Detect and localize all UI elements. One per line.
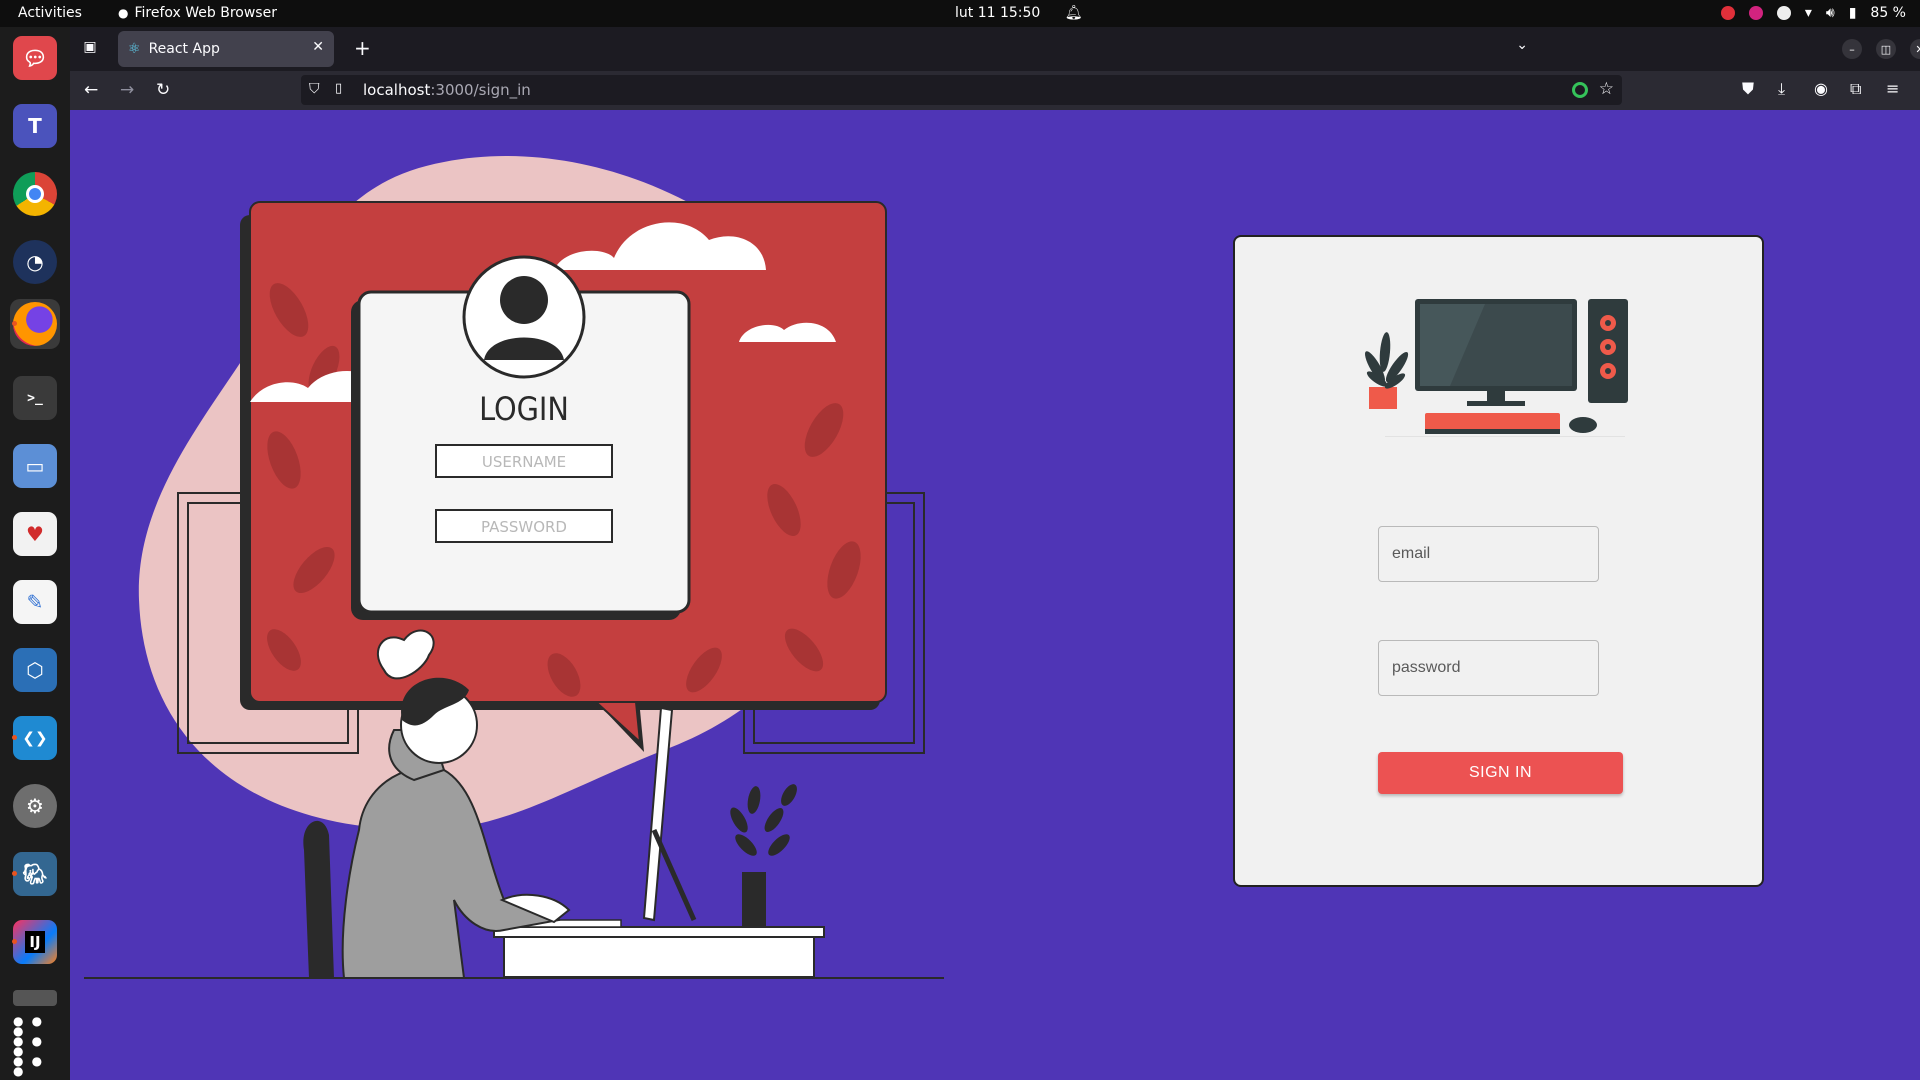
- dock-item-terminal[interactable]: >_: [10, 373, 60, 423]
- wifi-icon[interactable]: ▾: [1805, 5, 1812, 21]
- skype-icon[interactable]: [1776, 6, 1791, 20]
- clock[interactable]: lut 11 15:50 🔔︎: [955, 5, 1083, 21]
- rocketchat-icon: 💬︎: [13, 36, 57, 80]
- forward-button[interactable]: →: [120, 80, 134, 100]
- intellij-icon: IJ: [13, 920, 57, 964]
- settings-icon: ⚙: [13, 784, 57, 828]
- pocket-icon[interactable]: ⛊: [1742, 79, 1754, 99]
- running-indicator: [12, 735, 17, 740]
- teams-icon: T: [13, 104, 57, 148]
- terminal-icon: >_: [13, 376, 57, 420]
- dock-item-chrome[interactable]: [10, 169, 60, 219]
- minimize-button[interactable]: –: [1842, 39, 1862, 59]
- grid-icon: ● ● ● ● ● ● ● ● ●: [13, 1014, 45, 1078]
- close-tab-icon[interactable]: ✕: [312, 39, 324, 55]
- bell-icon: 🔔︎: [1064, 5, 1083, 21]
- files-icon: ▭: [13, 444, 57, 488]
- reload-button[interactable]: ↻: [156, 80, 170, 100]
- running-indicator: [12, 321, 17, 326]
- dock: 💬︎ T ◔ >_ ▭ ♥ ✎ ⬡ ❮❯ ⚙ 🐘︎ IJ ● ● ● ● ● ●…: [0, 27, 70, 1080]
- page-info-icon[interactable]: ▯: [335, 81, 342, 96]
- text-editor-icon: ✎: [13, 580, 57, 624]
- firefox-icon: [13, 302, 57, 346]
- dock-item-mattermost[interactable]: ◔: [10, 237, 60, 287]
- solitaire-icon: ♥: [13, 512, 57, 556]
- dock-item-drive[interactable]: [10, 985, 60, 1011]
- new-tab-button[interactable]: +: [354, 36, 371, 60]
- illustration-password-label: PASSWORD: [481, 518, 567, 536]
- bookmark-star-icon[interactable]: ☆: [1599, 79, 1614, 99]
- react-icon: ⚛: [128, 41, 141, 57]
- tab-bar: ▣ ⚛ React App ✕ + ⌄ – ◫ ✕: [70, 27, 1920, 71]
- url-path: :3000/sign_in: [430, 81, 531, 99]
- dock-item-text-editor[interactable]: ✎: [10, 577, 60, 627]
- downloads-icon[interactable]: ⤓: [1778, 79, 1785, 99]
- running-indicator: [12, 871, 17, 876]
- drive-icon: [13, 990, 57, 1006]
- dock-item-teams[interactable]: T: [10, 101, 60, 151]
- dock-item-vscode[interactable]: ❮❯: [10, 713, 60, 763]
- vscode-icon: ❮❯: [13, 716, 57, 760]
- extension-status-icon[interactable]: [1572, 82, 1588, 98]
- chrome-icon: [13, 172, 57, 216]
- tab-overview-icon[interactable]: ▣: [80, 39, 100, 59]
- navigation-bar: ← → ↻ ⛉ ▯ localhost:3000/sign_in ☆ ⛊ ⤓ ◉…: [70, 71, 1920, 110]
- back-button[interactable]: ←: [84, 80, 98, 100]
- sign-in-card: SIGN IN: [1233, 235, 1764, 887]
- web-page: LOGIN USERNAME PASSWORD email SIGN IN: [70, 110, 1920, 1080]
- volume-icon[interactable]: 🔊︎: [1826, 5, 1835, 21]
- dock-item-firefox[interactable]: [10, 299, 60, 349]
- browser-window: ▣ ⚛ React App ✕ + ⌄ – ◫ ✕ ← → ↻ ⛉ ▯ loca…: [70, 27, 1920, 1080]
- system-top-bar: Activities ● Firefox Web Browser lut 11 …: [0, 0, 1920, 27]
- desk-computer-illustration: [1365, 299, 1628, 437]
- mattermost-icon: ◔: [13, 240, 57, 284]
- password-input[interactable]: [1378, 640, 1599, 696]
- show-applications-button[interactable]: ● ● ● ● ● ● ● ● ●: [10, 1014, 60, 1078]
- system-tray[interactable]: ▾ 🔊︎ ▮ 85 %: [1720, 5, 1906, 21]
- restore-button[interactable]: ◫: [1876, 39, 1896, 59]
- app-menu-label: Firefox Web Browser: [134, 5, 277, 21]
- extensions-icon[interactable]: ⧉: [1850, 79, 1861, 99]
- battery-icon[interactable]: ▮: [1849, 5, 1857, 21]
- dock-item-settings[interactable]: ⚙: [10, 781, 60, 831]
- login-illustration: LOGIN USERNAME PASSWORD: [84, 156, 944, 979]
- close-window-button[interactable]: ✕: [1910, 39, 1920, 59]
- sign-in-button[interactable]: SIGN IN: [1378, 752, 1623, 794]
- url-bar[interactable]: ⛉ ▯ localhost:3000/sign_in ☆: [301, 75, 1622, 105]
- activities-button[interactable]: Activities: [18, 5, 82, 21]
- email-input[interactable]: [1378, 526, 1599, 582]
- colorful-app-icon[interactable]: [1748, 6, 1763, 20]
- illustration-login-title: LOGIN: [479, 390, 569, 428]
- do-not-disturb-icon[interactable]: [1720, 6, 1735, 20]
- illustration-username-label: USERNAME: [482, 453, 566, 471]
- url-text[interactable]: localhost:3000/sign_in: [363, 81, 531, 99]
- clock-label: lut 11 15:50: [955, 5, 1041, 21]
- tracking-shield-icon[interactable]: ⛉: [309, 81, 320, 97]
- running-indicator: [12, 939, 17, 944]
- postgresql-icon: 🐘︎: [13, 852, 57, 896]
- dock-item-rocketchat[interactable]: 💬︎: [10, 33, 60, 83]
- url-host: localhost: [363, 81, 431, 99]
- tab-title: React App: [148, 41, 220, 57]
- dock-item-postgresql[interactable]: 🐘︎: [10, 849, 60, 899]
- account-icon[interactable]: ◉: [1814, 79, 1828, 98]
- virtualbox-icon: ⬡: [13, 648, 57, 692]
- dock-item-solitaire[interactable]: ♥: [10, 509, 60, 559]
- menu-icon[interactable]: ≡: [1886, 79, 1899, 98]
- app-menu[interactable]: ● Firefox Web Browser: [118, 5, 277, 21]
- dock-item-files[interactable]: ▭: [10, 441, 60, 491]
- list-all-tabs-icon[interactable]: ⌄: [1516, 37, 1528, 53]
- dock-item-intellij[interactable]: IJ: [10, 917, 60, 967]
- tab-react-app[interactable]: ⚛ React App ✕: [118, 31, 334, 67]
- firefox-icon: ●: [118, 6, 129, 20]
- dock-item-virtualbox[interactable]: ⬡: [10, 645, 60, 695]
- battery-level: 85 %: [1870, 5, 1906, 21]
